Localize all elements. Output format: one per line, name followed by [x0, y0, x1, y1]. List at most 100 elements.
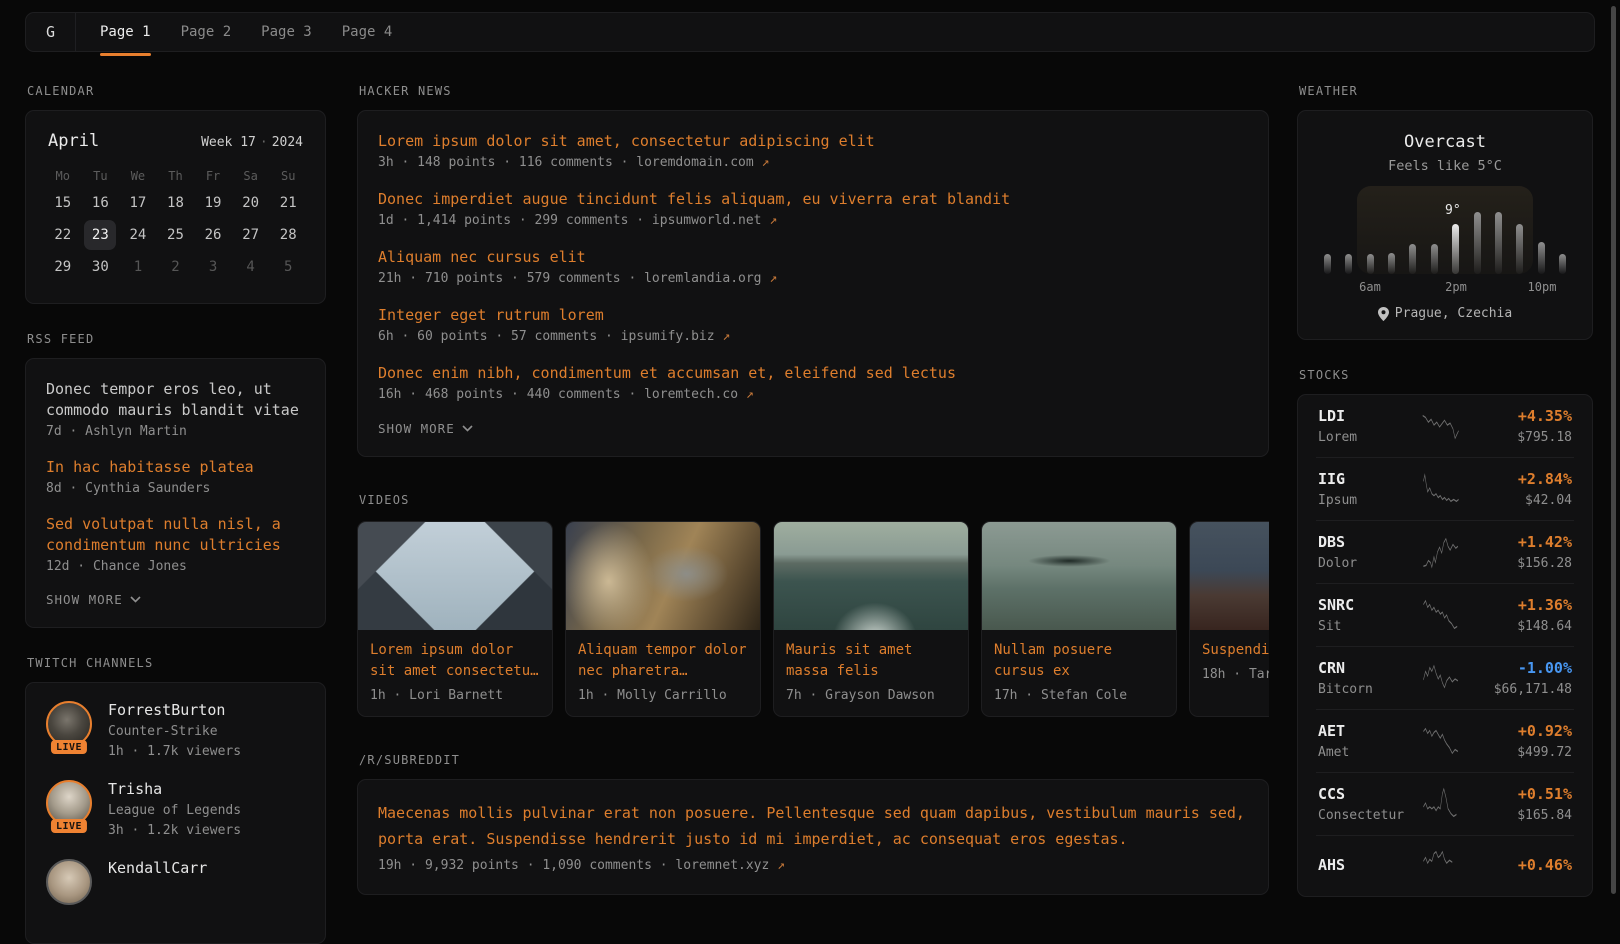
twitch-section-label: TWITCH CHANNELS	[27, 656, 326, 670]
weather-bar	[1516, 224, 1523, 274]
external-link-icon: ↗	[769, 213, 777, 228]
external-link-icon: ↗	[762, 155, 770, 170]
time-label: 6am	[1359, 280, 1381, 294]
external-link-icon: ↗	[722, 329, 730, 344]
twitch-channel[interactable]: LIVE ForrestBurton Counter-Strike 1h · 1…	[46, 701, 305, 760]
tab-page-3[interactable]: Page 3	[261, 24, 312, 40]
video-card[interactable]: Aliquam tempor dolor nec pharetra… 1h · …	[565, 521, 761, 717]
twitch-channel[interactable]: LIVE Trisha League of Legends 3h · 1.2k …	[46, 780, 305, 839]
page-scrollbar[interactable]	[1611, 6, 1616, 894]
tab-label: Page 3	[261, 24, 312, 40]
rss-show-more-button[interactable]: SHOW MORE	[46, 592, 305, 607]
stock-change: +2.84%	[1468, 469, 1572, 489]
video-thumbnail[interactable]	[1190, 522, 1269, 630]
stock-row[interactable]: CCS Consectetur +0.51% $165.84	[1316, 772, 1574, 835]
stock-price: $148.64	[1468, 618, 1572, 635]
video-card[interactable]: Mauris sit amet massa felis 7h · Grayson…	[773, 521, 969, 717]
video-title[interactable]: Nullam posuere cursus ex	[994, 640, 1164, 682]
video-title[interactable]: Lorem ipsum dolor sit amet consectetu…	[370, 640, 540, 682]
video-thumbnail[interactable]	[982, 522, 1176, 630]
video-meta: 17h · Stefan Cole	[994, 687, 1164, 704]
stock-name: Sit	[1318, 618, 1414, 635]
twitch-channel[interactable]: KendallCarr	[46, 859, 305, 905]
reddit-post-title[interactable]: Maecenas mollis pulvinar erat non posuer…	[378, 800, 1248, 852]
video-meta: 1h · Molly Carrillo	[578, 687, 748, 704]
hn-story: Donec enim nibh, condimentum et accumsan…	[378, 363, 1248, 403]
stock-change: +0.92%	[1468, 721, 1572, 741]
calendar-month: April	[48, 131, 99, 151]
hn-story-title[interactable]: Aliquam nec cursus elit	[378, 247, 1248, 267]
rss-section-label: RSS FEED	[27, 332, 326, 346]
subreddit-widget: Maecenas mollis pulvinar erat non posuer…	[357, 779, 1269, 895]
stock-row[interactable]: CRN Bitcorn -1.00% $66,171.48	[1316, 646, 1574, 709]
video-card[interactable]: Lorem ipsum dolor sit amet consectetu… 1…	[357, 521, 553, 717]
subreddit-section-label: /R/SUBREDDIT	[359, 753, 1269, 767]
location-text: Prague, Czechia	[1395, 306, 1512, 321]
hn-meta-text: 1d · 1,414 points · 299 comments · ipsum…	[378, 213, 762, 228]
weather-bar	[1388, 253, 1395, 274]
video-thumbnail[interactable]	[774, 522, 968, 630]
hn-story: Lorem ipsum dolor sit amet, consectetur …	[378, 131, 1248, 171]
separator-dot: ·	[256, 135, 272, 150]
tab-label: Page 1	[100, 24, 151, 40]
weather-bar	[1474, 212, 1481, 274]
external-link-icon: ↗	[746, 387, 754, 402]
video-card[interactable]: Nullam posuere cursus ex 17h · Stefan Co…	[981, 521, 1177, 717]
channel-name: Trisha	[108, 780, 241, 799]
stock-name: Bitcorn	[1318, 681, 1414, 698]
calendar-day-selected: 23	[82, 219, 120, 251]
hn-story: Aliquam nec cursus elit 21h · 710 points…	[378, 247, 1248, 287]
stock-sparkline	[1422, 533, 1460, 571]
hn-story-title[interactable]: Donec enim nibh, condimentum et accumsan…	[378, 363, 1248, 383]
video-thumbnail[interactable]	[358, 522, 552, 630]
weather-widget: Overcast Feels like 5°C 9° 6am 2pm 10pm …	[1297, 110, 1593, 340]
video-title[interactable]: Suspendisse diam	[1202, 640, 1269, 661]
avatar-wrap: LIVE	[46, 701, 92, 747]
rss-item-title[interactable]: In hac habitasse platea	[46, 457, 305, 478]
stock-name: Lorem	[1318, 429, 1414, 446]
stock-price: $499.72	[1468, 744, 1572, 761]
calendar-day: 30	[82, 251, 120, 283]
stock-sparkline	[1422, 470, 1460, 508]
tab-label: Page 4	[342, 24, 393, 40]
page-tabs: Page 1 Page 2 Page 3 Page 4	[76, 13, 392, 51]
stock-row[interactable]: SNRC Sit +1.36% $148.64	[1316, 583, 1574, 646]
weather-bar	[1431, 244, 1438, 274]
avatar-wrap: LIVE	[46, 780, 92, 826]
stock-name: Dolor	[1318, 555, 1414, 572]
stock-row[interactable]: AHS +0.46%	[1316, 835, 1574, 896]
tab-page-1[interactable]: Page 1	[100, 24, 151, 40]
stock-ticker: SNRC	[1318, 595, 1414, 615]
video-meta: 18h · Tara	[1202, 666, 1269, 683]
channel-game: League of Legends	[108, 802, 241, 819]
stock-row[interactable]: LDI Lorem +4.35% $795.18	[1316, 395, 1574, 457]
rss-item: Donec tempor eros leo, ut commodo mauris…	[46, 379, 305, 441]
video-thumbnail[interactable]	[566, 522, 760, 630]
calendar-day: 20	[232, 187, 270, 219]
stock-price: $66,171.48	[1468, 681, 1572, 698]
video-card[interactable]: Suspendisse diam 18h · Tara	[1189, 521, 1269, 717]
stock-change: +1.42%	[1468, 532, 1572, 552]
video-title[interactable]: Mauris sit amet massa felis	[786, 640, 956, 682]
calendar-day: 27	[232, 219, 270, 251]
channel-viewers: 3h · 1.2k viewers	[108, 822, 241, 839]
rss-item-title[interactable]: Donec tempor eros leo, ut commodo mauris…	[46, 379, 305, 421]
stock-row[interactable]: DBS Dolor +1.42% $156.28	[1316, 520, 1574, 583]
stock-row[interactable]: IIG Ipsum +2.84% $42.04	[1316, 457, 1574, 520]
hn-story-title[interactable]: Donec imperdiet augue tincidunt felis al…	[378, 189, 1248, 209]
tab-page-2[interactable]: Page 2	[181, 24, 232, 40]
hn-story-title[interactable]: Integer eget rutrum lorem	[378, 305, 1248, 325]
tab-label: Page 2	[181, 24, 232, 40]
weather-time-labels: 6am 2pm 10pm	[1324, 280, 1566, 294]
stock-row[interactable]: AET Amet +0.92% $499.72	[1316, 709, 1574, 772]
weekday-label: Tu	[82, 165, 120, 187]
weather-feels-like: Feels like 5°C	[1318, 157, 1572, 176]
hn-show-more-button[interactable]: SHOW MORE	[378, 421, 1248, 436]
rss-item-title[interactable]: Sed volutpat nulla nisl, a condimentum n…	[46, 514, 305, 556]
twitch-channels-widget: LIVE ForrestBurton Counter-Strike 1h · 1…	[25, 682, 326, 944]
hn-story-title[interactable]: Lorem ipsum dolor sit amet, consectetur …	[378, 131, 1248, 151]
hn-meta-text: 16h · 468 points · 440 comments · loremt…	[378, 387, 738, 402]
app-logo[interactable]: G	[26, 13, 76, 51]
video-title[interactable]: Aliquam tempor dolor nec pharetra…	[578, 640, 748, 682]
tab-page-4[interactable]: Page 4	[342, 24, 393, 40]
